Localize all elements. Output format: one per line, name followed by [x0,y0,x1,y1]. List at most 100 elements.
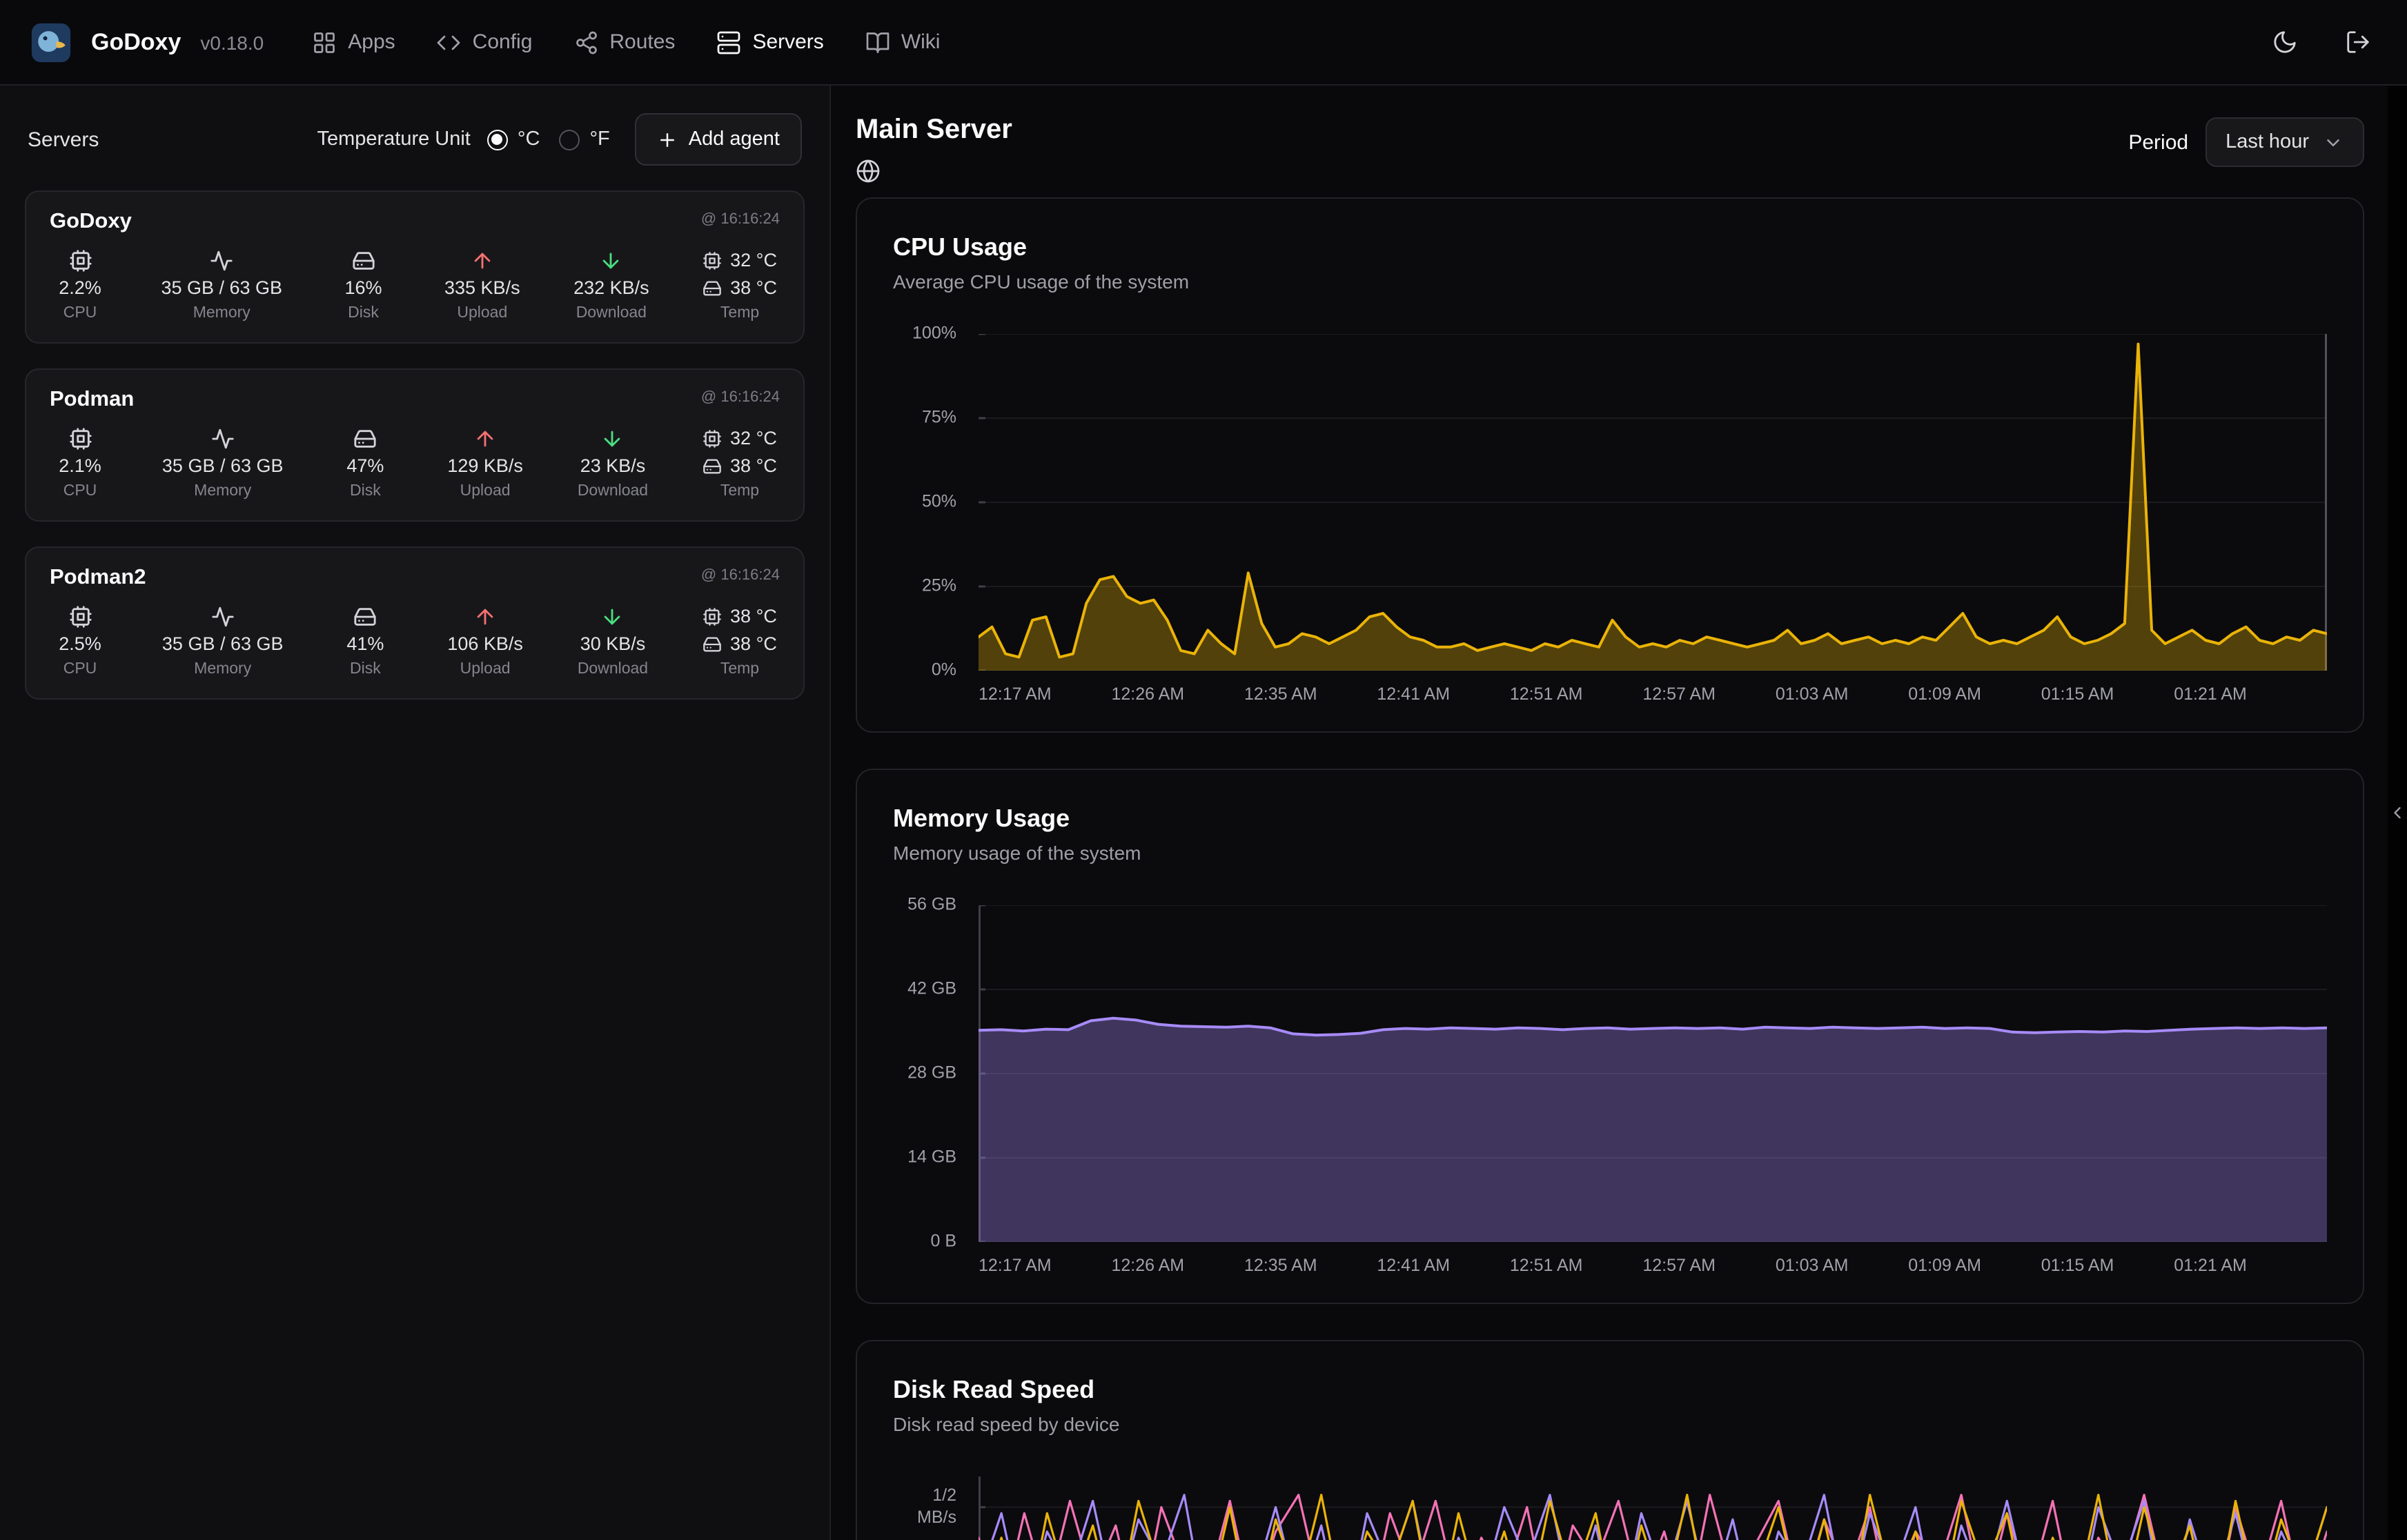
disk-read-speed-chart [979,1477,2327,1540]
download-label: Download [578,661,648,678]
stat-cpu: 2.5% CPU [52,604,108,678]
celsius-radio-option[interactable]: °C [487,128,540,150]
memory-value: 35 GB / 63 GB [161,276,282,301]
cpu-label: CPU [63,483,97,500]
server-card-podman[interactable]: Podman @ 16:16:24 2.1% CPU 35 GB / 63 GB… [25,368,805,522]
y-tick-label: 25% [922,575,956,597]
hard-drive-icon [353,426,377,451]
disk-read-speed-plot [979,1477,2327,1540]
top-navbar: GoDoxy v0.18.0 Apps Config Routes Server… [0,0,2407,86]
celsius-label: °C [518,128,540,150]
download-label: Download [576,305,647,322]
period-label: Period [2128,130,2188,154]
y-tick-label: 56 GB [907,894,956,916]
chart-title: Disk Read Speed [893,1374,2327,1405]
cpu-temp-value: 32 °C [730,248,777,273]
hard-drive-icon [703,454,722,479]
server-card-godoxy[interactable]: GoDoxy @ 16:16:24 2.2% CPU 35 GB / 63 GB… [25,190,805,344]
stat-download: 30 KB/s Download [578,604,648,678]
fahrenheit-radio-option[interactable]: °F [559,128,609,150]
disk-label: Disk [350,661,381,678]
server-updated-time: @ 16:16:24 [701,389,780,406]
chevron-down-icon [2323,132,2344,152]
x-tick-label: 01:03 AM [1776,684,1849,707]
server-updated-time: @ 16:16:24 [701,567,780,584]
cpu-temp-value: 38 °C [730,604,777,629]
cpu-icon [68,604,92,629]
nav-item-label: Routes [609,30,675,54]
nav-item-label: Wiki [901,30,941,54]
x-tick-label: 12:51 AM [1510,1256,1583,1278]
stat-upload: 106 KB/s Upload [447,604,523,678]
cpu-label: CPU [63,661,97,678]
celsius-radio[interactable] [487,129,508,150]
chart-subtitle: Disk read speed by device [893,1413,2327,1435]
y-tick-label: 75% [922,407,956,428]
download-value: 23 KB/s [580,454,646,479]
nav-item-config[interactable]: Config [437,30,533,55]
chevron-left-icon [2388,803,2407,822]
upload-value: 106 KB/s [447,632,523,657]
panel-collapse-handle[interactable] [2388,803,2407,822]
disk-value: 16% [345,276,382,301]
y-tick-label: 0 B [930,1231,956,1252]
x-tick-label: 01:21 AM [2174,684,2247,707]
app-root: GoDoxy v0.18.0 Apps Config Routes Server… [0,0,2407,1540]
temp-label: Temp [720,305,759,322]
period-select[interactable]: Last hour [2205,117,2364,167]
stat-disk: 47% Disk [337,426,393,500]
nav-item-routes[interactable]: Routes [573,30,675,55]
fahrenheit-radio[interactable] [559,129,580,150]
chart-title: Memory Usage [893,803,2327,833]
stat-memory: 35 GB / 63 GB Memory [162,604,284,678]
cpu-value: 2.5% [59,632,101,657]
add-agent-label: Add agent [689,128,780,150]
period-value: Last hour [2226,131,2309,153]
download-arrow-icon [601,604,625,629]
nav-item-servers[interactable]: Servers [716,30,823,55]
upload-arrow-icon [471,248,494,273]
download-label: Download [578,483,648,500]
x-tick-label: 12:51 AM [1510,684,1583,707]
cpu-icon [703,604,722,629]
share-icon [573,30,598,55]
stat-cpu: 2.1% CPU [52,426,108,500]
server-address-button[interactable] [856,159,1012,184]
cpu-icon [68,248,92,273]
x-tick-label: 01:15 AM [2041,684,2114,707]
x-tick-label: 01:09 AM [1908,1256,1981,1278]
disk-temp-value: 38 °C [730,632,777,657]
main-content: Main Server Period Last hour CPU Usage A… [831,86,2388,1540]
hard-drive-icon [352,248,375,273]
plus-icon [657,129,678,150]
page-title: Main Server [856,113,1012,146]
moon-icon [2272,29,2298,55]
stat-download: 23 KB/s Download [578,426,648,500]
activity-icon [211,426,235,451]
download-value: 232 KB/s [573,276,649,301]
stat-temp: 32 °C 38 °C Temp [703,248,777,322]
disk-value: 41% [346,632,384,657]
nav-item-label: Config [473,30,533,54]
y-tick-label: 14 GB [907,1147,956,1168]
x-tick-label: 12:17 AM [979,684,1052,707]
download-arrow-icon [600,248,623,273]
theme-toggle-button[interactable] [2272,29,2298,55]
brand-name: GoDoxy [91,28,181,56]
server-stats: 2.5% CPU 35 GB / 63 GB Memory 41% Disk [50,604,780,678]
add-agent-button[interactable]: Add agent [635,113,802,166]
disk-label: Disk [350,483,381,500]
sidebar-header: Servers Temperature Unit °C °F Add agent [28,113,802,166]
nav-item-apps[interactable]: Apps [312,30,395,55]
nav-item-wiki[interactable]: Wiki [865,30,941,55]
server-card-podman2[interactable]: Podman2 @ 16:16:24 2.5% CPU 35 GB / 63 G… [25,546,805,700]
memory-usage-chart-card: Memory Usage Memory usage of the system … [856,769,2364,1304]
disk-label: Disk [348,305,379,322]
sidebar-title: Servers [28,128,99,151]
chart-subtitle: Average CPU usage of the system [893,270,2327,293]
y-tick-label: 28 GB [907,1063,956,1084]
server-name: GoDoxy [50,210,132,235]
cpu-usage-chart-card: CPU Usage Average CPU usage of the syste… [856,197,2364,733]
chart-subtitle: Memory usage of the system [893,842,2327,864]
logout-button[interactable] [2345,29,2371,55]
